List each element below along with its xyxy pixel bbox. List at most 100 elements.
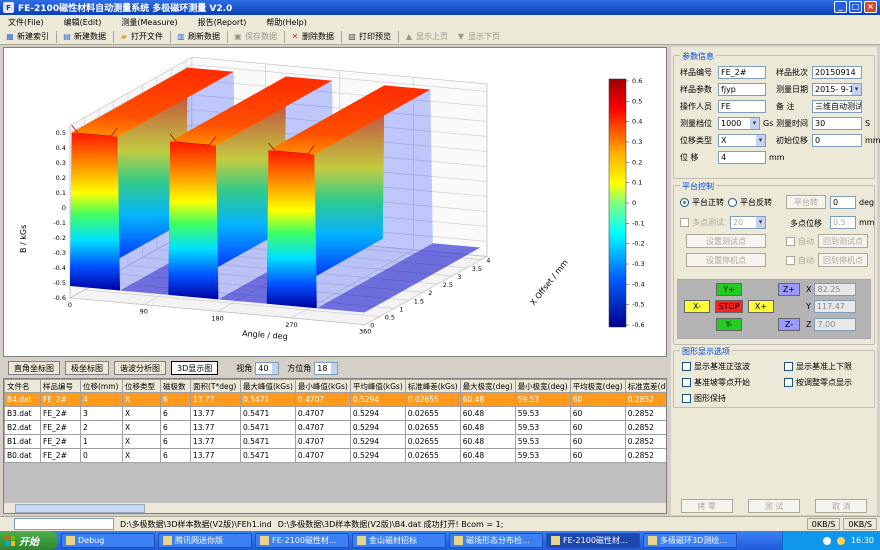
table-row[interactable]: B4.dat FE_2# 4 X 6 13.77 0.5471 0.4707 0.5294 0.0… — [4, 392, 666, 407]
range-select[interactable]: 1000 — [718, 117, 760, 130]
print-preview-button[interactable]: ▧ 打印预览 — [344, 30, 394, 44]
set-stop-point-button[interactable]: 设置停机点 — [686, 253, 766, 267]
column-header[interactable]: 标准峰差(kGs) — [404, 379, 461, 393]
new-index-button[interactable]: ▦ 新建索引 — [2, 30, 52, 44]
page-up-button[interactable]: ▲ 显示上页 — [401, 30, 451, 44]
status-input[interactable] — [14, 518, 114, 530]
column-header[interactable]: 平均极宽(deg) — [569, 379, 626, 393]
open-file-button[interactable]: ▰ 打开文件 — [116, 30, 166, 44]
multi-disp-unit: mm — [859, 218, 875, 227]
taskbar-item[interactable]: FE-2100磁性材... — [546, 533, 640, 548]
table-row[interactable]: B1.dat FE_2# 1 X 6 13.77 0.5471 0.4707 0.5294 0.0… — [4, 434, 666, 449]
x-minus-button[interactable]: X- — [684, 300, 710, 313]
set-test-point-button[interactable]: 设置测试点 — [686, 234, 766, 248]
show-sine-checkbox[interactable]: 显示基准正弦波 — [682, 361, 750, 372]
taskbar-item[interactable]: Debug — [61, 533, 155, 548]
column-header[interactable]: 最大峰值(kGs) — [240, 379, 296, 393]
date-picker[interactable]: 2015- 9-14 — [812, 83, 862, 96]
column-header[interactable]: 位移类型 — [122, 379, 161, 393]
column-header[interactable]: 样品编号 — [40, 379, 81, 393]
zero-start-checkbox[interactable]: 基准坡零点开始 — [682, 377, 750, 388]
column-header[interactable]: 标准宽差(deg) — [624, 379, 666, 393]
forward-radio[interactable]: 平台正转 — [680, 197, 724, 208]
column-header[interactable]: 文件名 — [4, 379, 41, 393]
azimuth-label: 方位角 — [287, 363, 312, 373]
refresh-data-button[interactable]: ▥ 刷新数据 — [173, 30, 223, 44]
menu-file[interactable]: 文件(File) — [8, 17, 44, 28]
delete-data-button[interactable]: ✕ 删除数据 — [287, 30, 337, 44]
zero-button[interactable]: 拷 零 — [680, 499, 733, 513]
taskbar-item[interactable]: 多极磁环3D测绘... — [643, 533, 737, 548]
taskbar-item[interactable]: 腾讯网迷你版 — [158, 533, 252, 548]
disp-type-select[interactable]: X — [718, 134, 766, 147]
disp-label: 位 移 — [680, 153, 699, 162]
menu-edit[interactable]: 编辑(Edit) — [64, 17, 102, 28]
cancel-button[interactable]: 取 消 — [815, 499, 868, 513]
polar-plot-button[interactable]: 极坐标图 — [65, 361, 109, 375]
menu-report[interactable]: 报告(Report) — [198, 17, 247, 28]
checkbox-box — [786, 237, 795, 246]
scrollbar-thumb[interactable] — [15, 504, 145, 513]
reverse-radio[interactable]: 平台反转 — [728, 197, 772, 208]
new-data-button[interactable]: ▤ 新建数据 — [59, 30, 109, 44]
rotate-button[interactable]: 平台转 — [786, 195, 826, 209]
rotate-angle-field[interactable]: 0 — [830, 196, 856, 209]
horizontal-scrollbar[interactable] — [4, 502, 666, 513]
3d-plot-button[interactable]: 3D显示图 — [171, 361, 219, 375]
azimuth-spinner[interactable]: 18 — [314, 361, 339, 375]
init-disp-field[interactable]: 0 — [812, 134, 862, 147]
y-plus-button[interactable]: Y+ — [716, 283, 742, 296]
remark-field[interactable]: 三维自动测试 — [812, 100, 862, 113]
checkbox-box — [786, 256, 795, 265]
column-header[interactable]: 位移(mm) — [80, 379, 123, 393]
auto-checkbox-1[interactable]: 自动 — [786, 236, 814, 247]
start-button[interactable]: 开始 — [0, 531, 58, 550]
table-row[interactable]: B2.dat FE_2# 2 X 6 13.77 0.5471 0.4707 0.5294 0.0… — [4, 420, 666, 435]
show-limits-checkbox[interactable]: 显示基准上下限 — [784, 361, 852, 372]
close-icon[interactable]: × — [864, 1, 877, 13]
column-header[interactable]: 最小峰值(kGs) — [294, 379, 351, 393]
table-cell: 0.2852 — [624, 434, 666, 449]
column-header[interactable]: 面积(T*deg) — [190, 379, 241, 393]
harmonic-plot-button[interactable]: 谐波分析图 — [114, 361, 166, 375]
hold-graph-checkbox[interactable]: 图形保持 — [682, 393, 726, 404]
table-row[interactable]: B3.dat FE_2# 3 X 6 13.77 0.5471 0.4707 0.5294 0.0… — [4, 406, 666, 421]
return-test-point-button[interactable]: 回到测试点 — [818, 234, 868, 248]
batch-field[interactable]: 20150914 — [812, 66, 862, 79]
sample-no-field[interactable]: FE_2# — [718, 66, 766, 79]
multi-count-select[interactable]: 20 — [730, 216, 766, 229]
multi-disp-field[interactable]: 0.5 — [830, 216, 856, 229]
maximize-icon[interactable]: □ — [849, 1, 862, 13]
rect-plot-button[interactable]: 直角坐标图 — [8, 361, 60, 375]
page-down-button[interactable]: ▼ 显示下页 — [453, 30, 503, 44]
task-app-icon — [454, 536, 463, 545]
menu-help[interactable]: 帮助(Help) — [266, 17, 306, 28]
menu-measure[interactable]: 测量(Measure) — [121, 17, 177, 28]
model-field[interactable]: fjyp — [718, 83, 766, 96]
stop-button[interactable]: STOP — [715, 300, 743, 313]
column-header[interactable]: 磁极数 — [160, 379, 191, 393]
column-header[interactable]: 最小极宽(deg) — [514, 379, 571, 393]
disp-field[interactable]: 4 — [718, 151, 766, 164]
z-minus-button[interactable]: Z- — [778, 318, 800, 331]
taskbar-item[interactable]: FE-2100磁性材... — [255, 533, 349, 548]
x-plus-button[interactable]: X+ — [748, 300, 774, 313]
taskbar-item[interactable]: 金山磁材招标 — [352, 533, 446, 548]
minimize-icon[interactable]: _ — [834, 1, 847, 13]
auto-checkbox-2[interactable]: 自动 — [786, 255, 814, 266]
table-row[interactable]: B0.dat FE_2# 0 X 6 13.77 0.5471 0.4707 0.5294 0.0… — [4, 448, 666, 463]
taskbar: 开始 Debug 腾讯网迷你版 FE-2100磁性材... 金山磁材招标 磁场形态分布检… — [0, 531, 880, 550]
adjust-zero-checkbox[interactable]: 按调整零点显示 — [784, 377, 852, 388]
time-field[interactable]: 30 — [812, 117, 862, 130]
column-header[interactable]: 平均峰值(kGs) — [349, 379, 406, 393]
y-minus-button[interactable]: Y- — [716, 318, 742, 331]
operator-field[interactable]: FE — [718, 100, 766, 113]
multi-test-checkbox[interactable]: 多点测试 — [680, 217, 724, 228]
z-plus-button[interactable]: Z+ — [778, 283, 800, 296]
test-button[interactable]: 测 试 — [747, 499, 800, 513]
elevation-spinner[interactable]: 40 — [255, 361, 280, 375]
save-data-button[interactable]: ▣ 保存数据 — [230, 30, 280, 44]
return-stop-point-button[interactable]: 回到停机点 — [818, 253, 868, 267]
taskbar-item[interactable]: 磁场形态分布检... — [449, 533, 543, 548]
column-header[interactable]: 最大极宽(deg) — [459, 379, 516, 393]
